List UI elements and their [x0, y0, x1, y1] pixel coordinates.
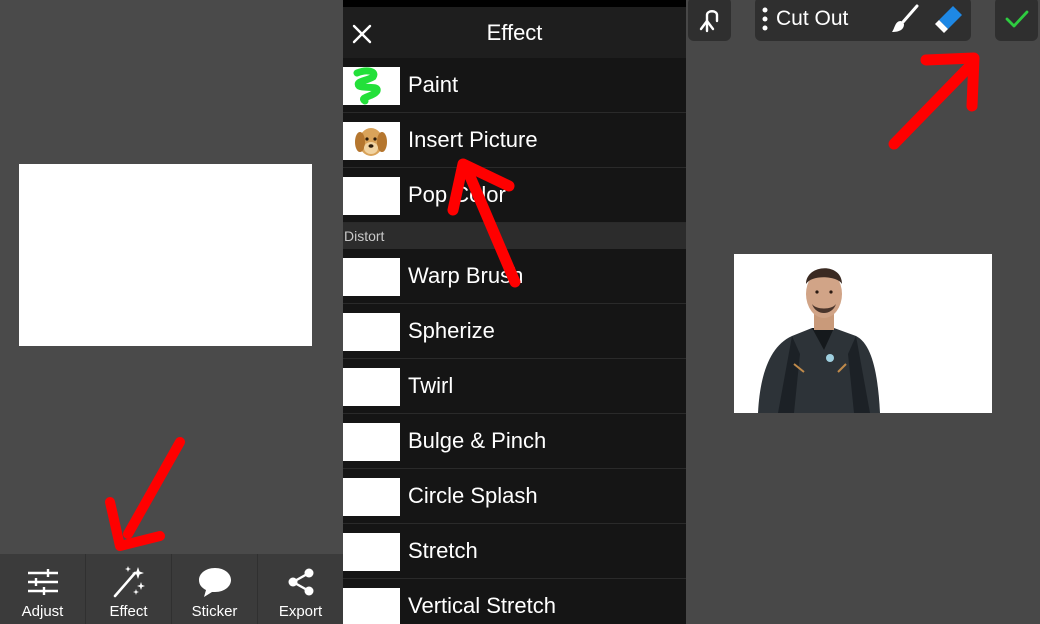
- sliders-icon: [23, 565, 63, 599]
- cutout-panel: Cut Out: [686, 0, 1040, 624]
- more-vertical-icon[interactable]: [761, 6, 769, 32]
- effect-item-insert-picture[interactable]: Insert Picture: [343, 113, 686, 168]
- confirm-button[interactable]: [995, 0, 1038, 41]
- dog-thumbnail: [343, 122, 400, 160]
- effect-item-label: Spherize: [408, 318, 495, 343]
- effect-item-circle-splash[interactable]: Circle Splash: [343, 469, 686, 524]
- effect-item-label: Warp Brush: [408, 263, 524, 288]
- effect-item-vertical-stretch[interactable]: Vertical Stretch: [343, 579, 686, 624]
- sticker-label: Sticker: [191, 603, 238, 620]
- bulge-pinch-thumbnail: [343, 423, 400, 461]
- circle-splash-thumbnail: [343, 478, 400, 516]
- warp-brush-thumbnail: [343, 258, 400, 296]
- cutout-label: Cut Out: [776, 7, 849, 30]
- vertical-stretch-thumbnail: [343, 588, 400, 624]
- brush-icon: [892, 4, 919, 32]
- effect-menu-panel: Effect Paint Insert Picture Pop Color Di…: [343, 0, 686, 624]
- effect-item-warp-brush[interactable]: Warp Brush: [343, 249, 686, 304]
- export-label: Export: [278, 603, 323, 620]
- spherize-thumbnail: [343, 313, 400, 351]
- checkmark-icon: [1005, 10, 1028, 28]
- pop-color-thumbnail: [343, 177, 400, 215]
- effect-label: Effect: [109, 603, 148, 620]
- twirl-thumbnail: [343, 368, 400, 406]
- effect-item-spherize[interactable]: Spherize: [343, 304, 686, 359]
- share-icon: [281, 565, 321, 599]
- export-button[interactable]: Export: [258, 554, 343, 624]
- effect-item-twirl[interactable]: Twirl: [343, 359, 686, 414]
- section-header-distort: Distort: [343, 223, 686, 249]
- editor-panel-main: Adjust Effect Sticker Export: [0, 0, 343, 624]
- sticker-button[interactable]: Sticker: [172, 554, 258, 624]
- blank-canvas[interactable]: [19, 164, 312, 346]
- effect-item-label: Stretch: [408, 538, 478, 563]
- undo-icon: [699, 10, 718, 33]
- magic-wand-icon: [109, 565, 149, 599]
- page-title: Effect: [486, 20, 543, 45]
- eraser-button[interactable]: [933, 3, 965, 35]
- effect-item-label: Circle Splash: [408, 483, 538, 508]
- effect-item-label: Insert Picture: [408, 127, 538, 152]
- bottom-toolbar: Adjust Effect Sticker Export: [0, 554, 343, 624]
- effect-item-stretch[interactable]: Stretch: [343, 524, 686, 579]
- effect-item-label: Pop Color: [408, 182, 506, 207]
- adjust-button[interactable]: Adjust: [0, 554, 86, 624]
- effect-button[interactable]: Effect: [86, 554, 172, 624]
- effect-list: Paint Insert Picture Pop Color Distort W…: [343, 58, 686, 624]
- cutout-toolbar: Cut Out: [755, 0, 971, 41]
- adjust-label: Adjust: [21, 603, 64, 620]
- undo-button[interactable]: [688, 0, 731, 41]
- effect-item-paint[interactable]: Paint: [343, 58, 686, 113]
- effect-item-label: Twirl: [408, 373, 454, 398]
- person-photo: [734, 254, 992, 413]
- effect-header: Effect: [343, 7, 686, 58]
- cutout-photo-canvas[interactable]: [734, 254, 992, 413]
- annotation-arrow-confirm: [888, 52, 980, 150]
- annotation-arrow-effect: [105, 437, 185, 551]
- brush-button[interactable]: [889, 3, 921, 35]
- eraser-icon: [935, 6, 962, 33]
- stretch-thumbnail: [343, 533, 400, 571]
- speech-bubble-icon: [195, 565, 235, 599]
- paint-thumbnail: [343, 67, 400, 105]
- effect-item-label: Bulge & Pinch: [408, 428, 547, 453]
- effect-item-label: Paint: [408, 72, 459, 97]
- status-bar: [343, 0, 686, 7]
- effect-item-bulge-pinch[interactable]: Bulge & Pinch: [343, 414, 686, 469]
- effect-item-label: Vertical Stretch: [408, 593, 556, 618]
- effect-item-pop-color[interactable]: Pop Color: [343, 168, 686, 223]
